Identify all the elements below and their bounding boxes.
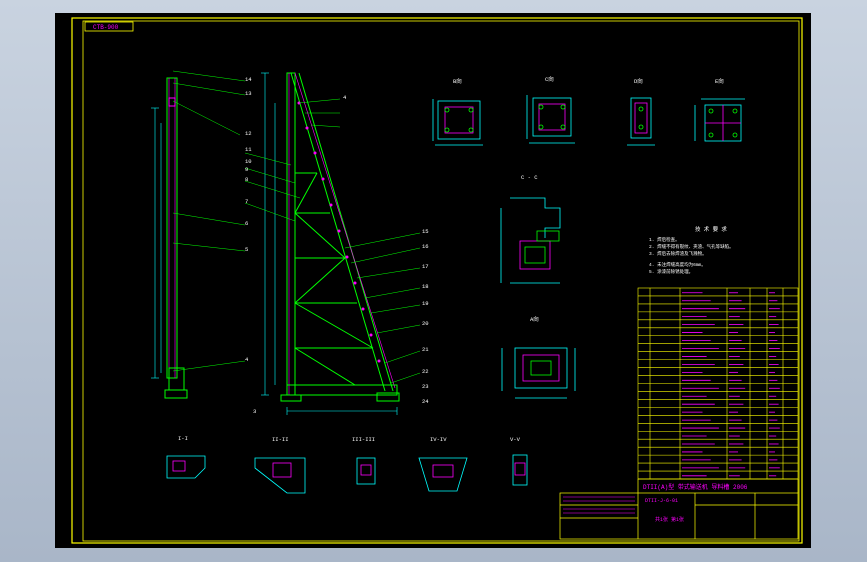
callout-number-right: 23 [422,383,429,390]
callout-number-left: 9 [245,166,248,173]
callout-number-left: 4 [245,356,249,363]
view-cc [500,197,561,284]
tech-line-5: 5. 涂漆前除锈处理。 [649,268,693,275]
truss-leaders-left [244,152,301,222]
view-b-label: B向 [453,77,462,85]
callout-number-left: 6 [245,220,248,227]
section-iii-label: III-III [352,436,375,443]
callout-number-left: 11 [245,146,252,153]
view-a [501,347,576,399]
section-i-label: I-I [178,435,188,442]
title-sheet: 共1张 第1张 [655,516,684,523]
section-views-bottom [166,454,528,494]
tech-line-4: 4. 未注焊缝高度均为6mm。 [649,261,706,268]
view-c-label: C向 [545,75,554,83]
callout-number-left: 7 [245,198,248,205]
callout-number-left: 14 [245,76,252,83]
callout-number-left: 13 [245,90,252,97]
tech-line-3: 3. 焊后去除焊渣及飞溅物。 [649,250,707,257]
callout-number-left: 3 [253,408,256,415]
cad-viewport[interactable]: CTB-900 14 13 12 11 10 9 8 7 6 5 4 3 4 1… [55,13,811,548]
callout-number-right: 21 [422,346,429,353]
title-main: DTII(A)型 带式输送机 导料槽 2006 [643,483,748,491]
view-b [432,99,483,146]
callout-number-left: 12 [245,130,252,137]
section-cc-label: C - C [521,174,538,181]
left-dimension [151,107,162,379]
tech-line-1: 1. 焊后检查。 [649,236,680,243]
callout-number-right: 4 [343,94,347,101]
truss-structure [280,72,400,402]
callout-number-left: 10 [245,158,252,165]
left-leaders [172,70,246,372]
section-a-label: A向 [530,315,539,323]
tech-requirements-title: 技 术 要 求 [695,225,727,233]
section-iv-label: IV-IV [430,436,447,443]
callout-number-right: 24 [422,398,429,405]
bolt-marks [297,101,381,363]
callout-number-right: 17 [422,263,429,270]
corner-tag: CTB-900 [93,24,119,31]
left-elevation [164,77,188,399]
view-d [627,97,655,146]
callout-number-right: 15 [422,228,429,235]
view-e [694,98,745,142]
view-c [526,95,575,144]
callout-number-right: 16 [422,243,429,250]
outer-frame [71,17,803,544]
callout-number-right: 18 [422,283,429,290]
callout-number-right: 19 [422,300,429,307]
view-d-label: D向 [634,77,643,85]
section-ii-label: II-II [272,436,289,443]
section-v-label: V-V [510,436,521,443]
parts-list-table [637,287,799,480]
callout-number-right: 20 [422,320,429,327]
tech-line-2: 2. 焊缝不得有裂纹、夹渣、气孔等缺陷。 [649,243,734,250]
cad-drawing: CTB-900 14131211109876543415161718192021… [71,17,803,544]
callout-number-left: 5 [245,246,248,253]
title-drawing-no: DTII-J-6-01 [645,498,678,504]
callout-number-left: 8 [245,176,248,183]
view-e-label: E向 [715,77,724,85]
callout-number-right: 22 [422,368,429,375]
